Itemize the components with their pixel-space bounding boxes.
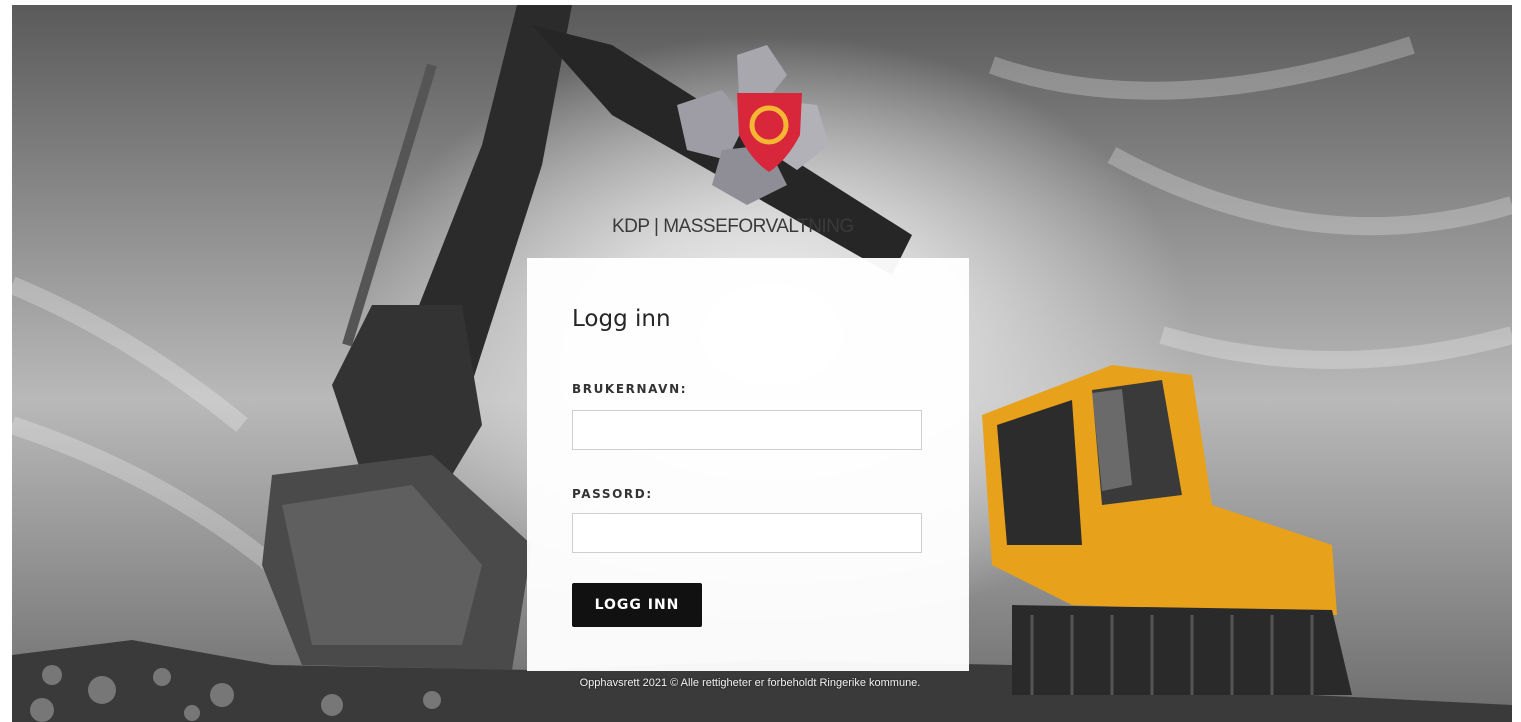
- login-button[interactable]: LOGG INN: [572, 583, 702, 627]
- municipal-shield-logo-icon: [677, 45, 829, 205]
- app-brand-title: KDP | MASSEFORVALTNING: [612, 216, 854, 237]
- copyright-footer: Opphavsrett 2021 © Alle rettigheter er f…: [579, 677, 921, 689]
- username-input[interactable]: [572, 410, 922, 450]
- login-panel: Logg inn BRUKERNAVN: PASSORD: LOGG INN: [527, 258, 969, 671]
- username-label: BRUKERNAVN:: [572, 382, 688, 396]
- password-input[interactable]: [572, 513, 922, 553]
- login-heading: Logg inn: [572, 306, 671, 332]
- password-label: PASSORD:: [572, 487, 653, 501]
